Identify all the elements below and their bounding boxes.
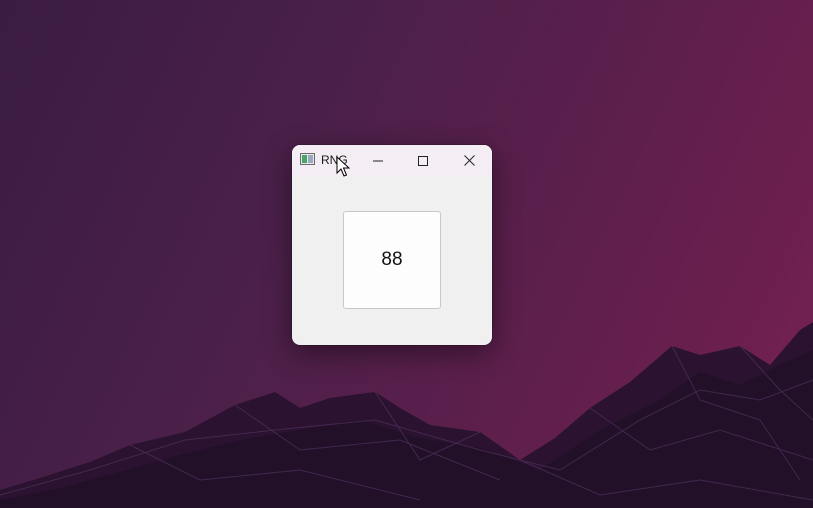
- maximize-icon: [418, 155, 428, 166]
- rng-window: RNG 88: [292, 145, 492, 345]
- random-number-button[interactable]: 88: [343, 211, 441, 309]
- maximize-button[interactable]: [400, 145, 446, 176]
- minimize-button[interactable]: [355, 145, 401, 176]
- title-bar[interactable]: RNG: [292, 145, 492, 176]
- window-content: 88: [292, 176, 492, 345]
- close-button[interactable]: [446, 145, 492, 176]
- close-icon: [463, 155, 475, 166]
- minimize-icon: [373, 160, 383, 161]
- mouse-cursor-icon: [336, 156, 350, 177]
- app-window-icon: [300, 153, 315, 165]
- random-number-value: 88: [381, 249, 403, 270]
